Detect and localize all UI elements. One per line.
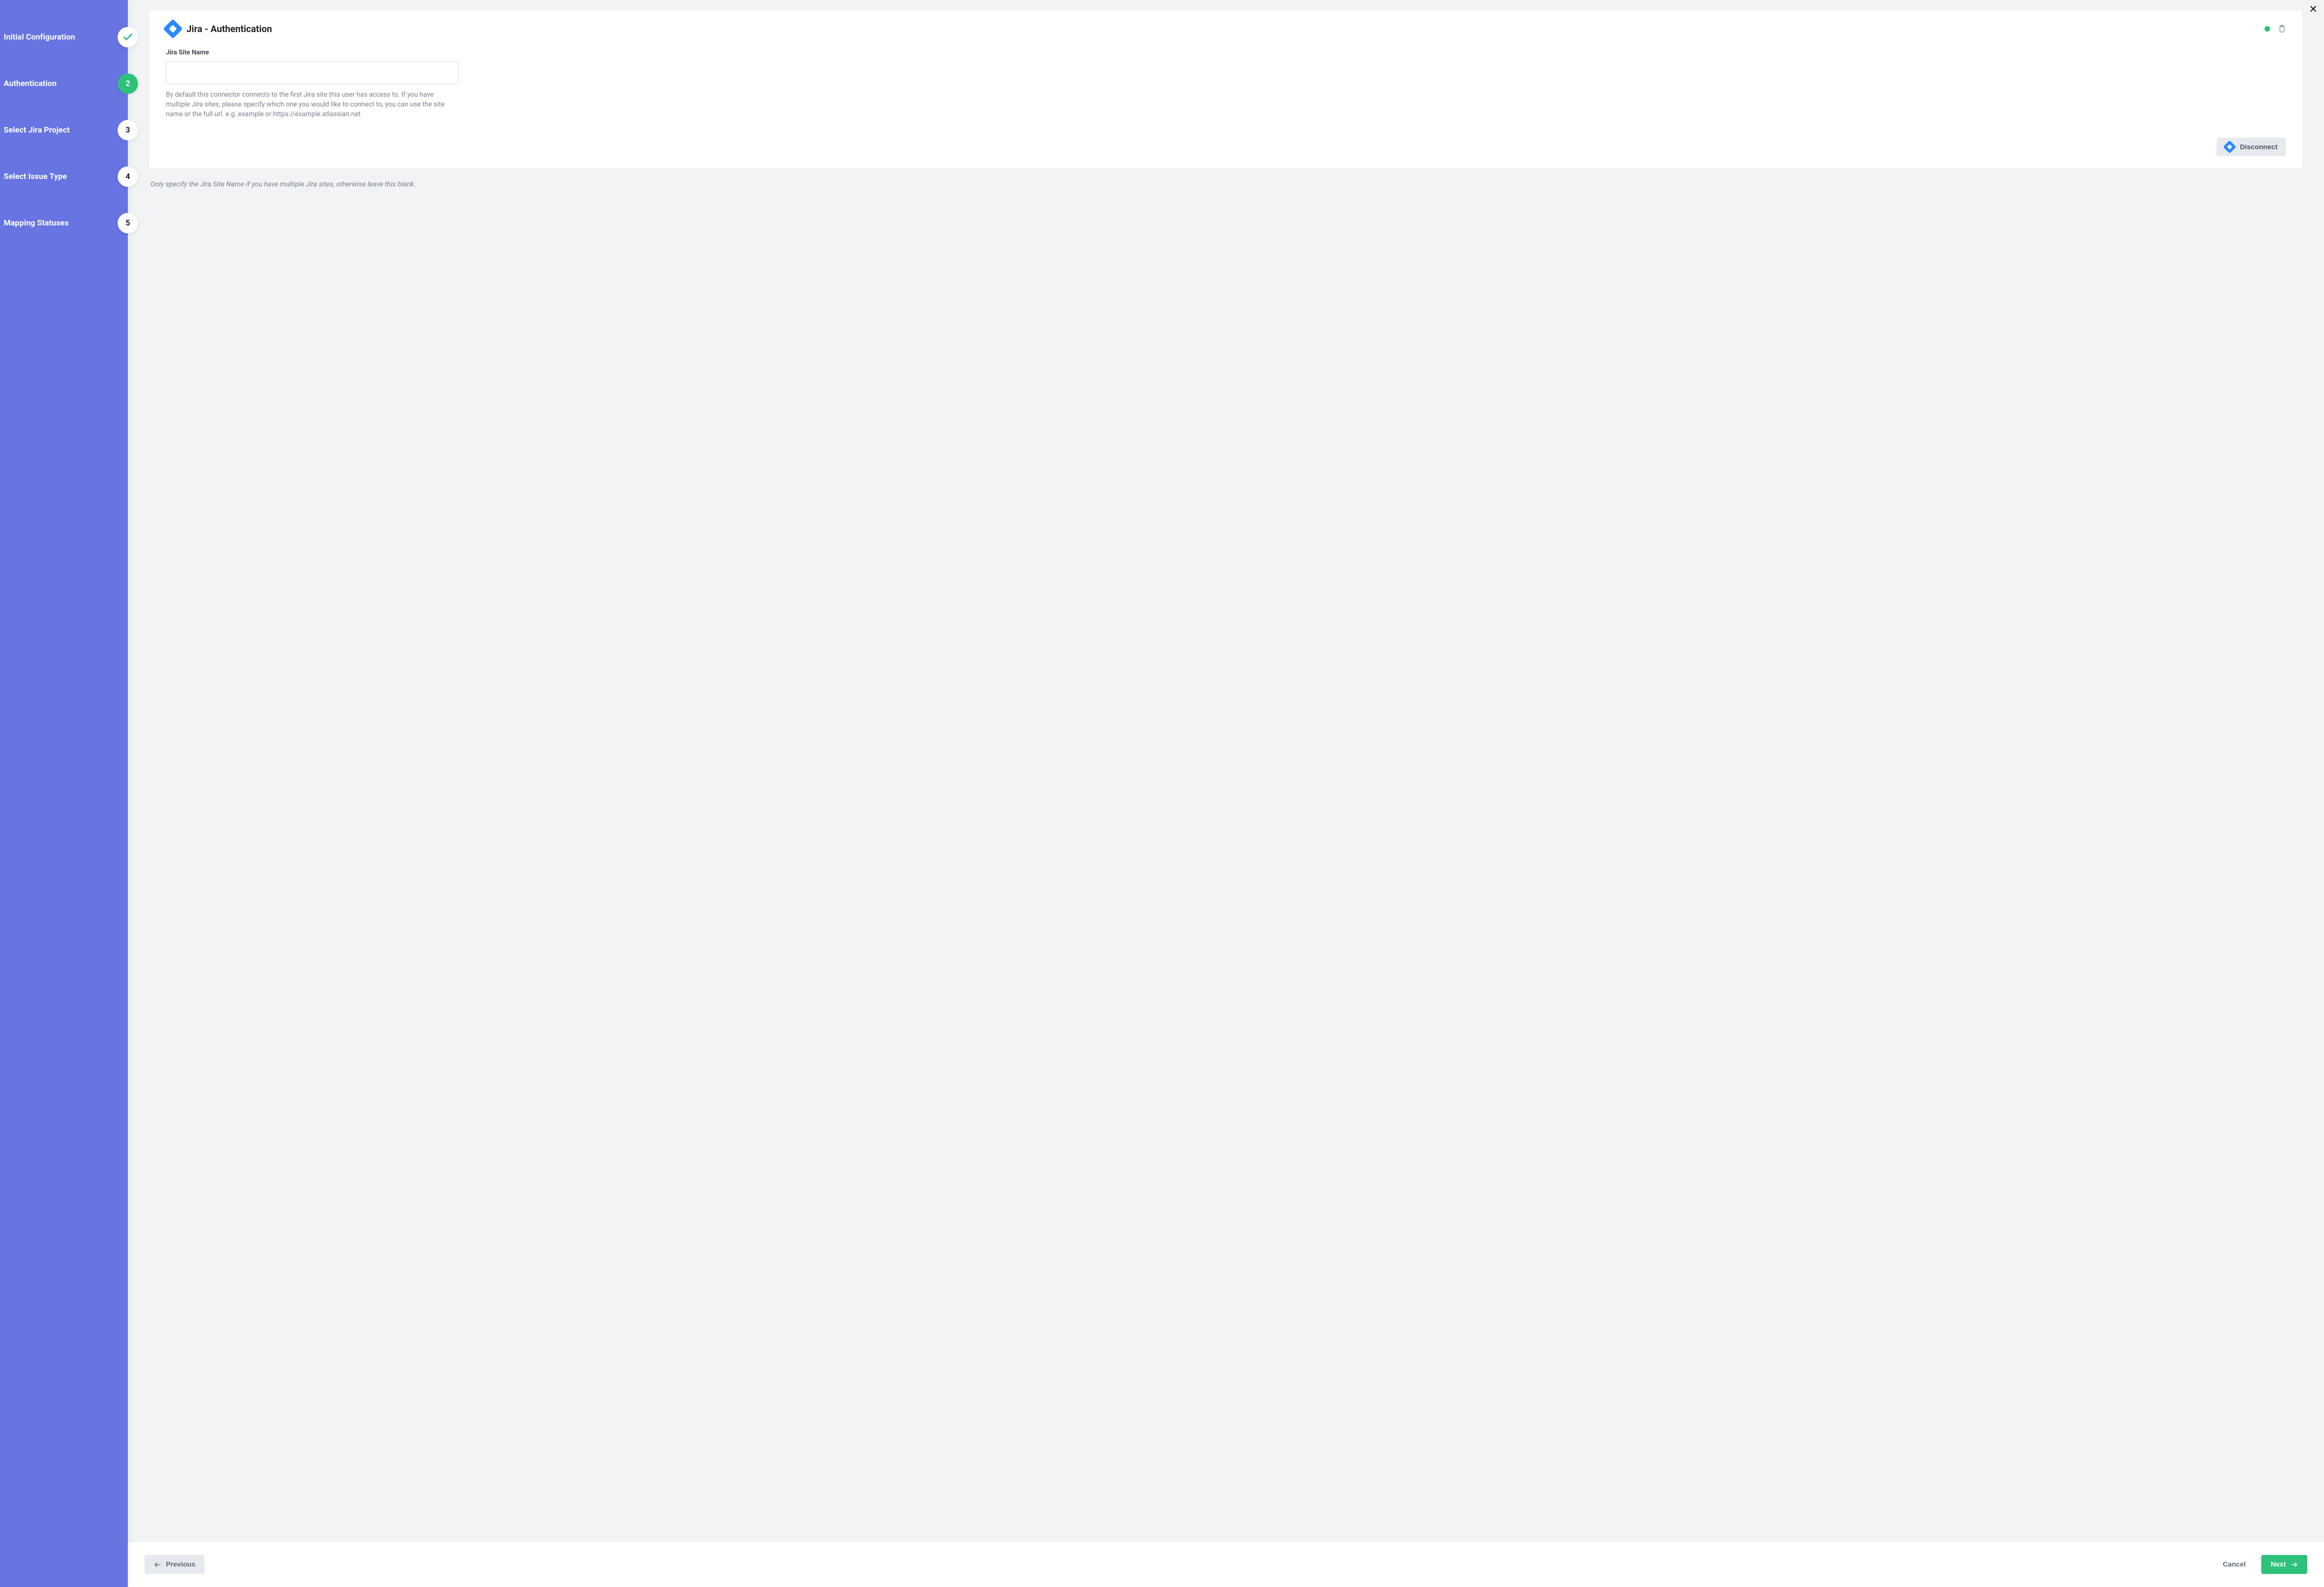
step-label: Authentication: [4, 79, 57, 88]
step-mapping-statuses[interactable]: Mapping Statuses 5: [0, 200, 128, 246]
jira-site-name-input[interactable]: [166, 61, 459, 84]
disconnect-row: Disconnect: [166, 138, 2286, 156]
step-label: Select Issue Type: [4, 172, 67, 181]
cancel-button[interactable]: Cancel: [2213, 1555, 2255, 1574]
close-icon[interactable]: ✕: [2309, 5, 2317, 15]
wizard-sidebar: Initial Configuration Authentication 2 S…: [0, 0, 128, 1587]
card-header: Jira - Authentication: [166, 22, 2286, 36]
step-select-issue-type[interactable]: Select Issue Type 4: [0, 153, 128, 200]
step-badge: 5: [118, 213, 138, 233]
form-block: Jira Site Name By default this connector…: [166, 49, 459, 119]
step-label: Initial Configuration: [4, 33, 75, 42]
jira-site-name-label: Jira Site Name: [166, 49, 459, 56]
jira-site-name-help: By default this connector connects to th…: [166, 90, 459, 119]
wizard-footer: Previous Cancel Next: [128, 1541, 2324, 1587]
status-dot-connected-icon: [2265, 26, 2270, 32]
step-select-jira-project[interactable]: Select Jira Project 3: [0, 107, 128, 153]
disconnect-label: Disconnect: [2240, 143, 2278, 151]
step-label: Mapping Statuses: [4, 218, 69, 228]
card-header-right: [2265, 24, 2286, 33]
previous-label: Previous: [166, 1561, 195, 1568]
card-title: Jira - Authentication: [186, 23, 272, 34]
step-authentication[interactable]: Authentication 2: [0, 60, 128, 107]
step-badge-current: 2: [118, 73, 138, 94]
step-badge: 4: [118, 166, 138, 187]
footer-right: Cancel Next: [2213, 1555, 2307, 1574]
clipboard-icon[interactable]: [2278, 24, 2286, 33]
main-scroll: Jira - Authentication Jira Site Name By …: [128, 0, 2324, 1541]
previous-button[interactable]: Previous: [145, 1555, 205, 1574]
step-initial-configuration[interactable]: Initial Configuration: [0, 14, 128, 60]
step-label: Select Jira Project: [4, 126, 70, 135]
next-button[interactable]: Next: [2261, 1555, 2307, 1574]
app-root: Initial Configuration Authentication 2 S…: [0, 0, 2324, 1587]
content-wrap: ✕ Jira - Authentication: [128, 0, 2324, 1587]
next-label: Next: [2271, 1561, 2286, 1568]
step-badge: 3: [118, 120, 138, 140]
jira-icon: [2223, 140, 2236, 153]
card-title-wrap: Jira - Authentication: [166, 22, 272, 36]
site-name-note: Only specify the Jira Site Name if you h…: [151, 180, 2303, 188]
check-icon: [122, 32, 133, 43]
disconnect-button[interactable]: Disconnect: [2217, 138, 2286, 156]
auth-card: Jira - Authentication Jira Site Name By …: [149, 9, 2303, 169]
step-badge-done: [118, 27, 138, 47]
arrow-left-icon: [154, 1561, 161, 1568]
arrow-right-icon: [2291, 1561, 2298, 1568]
cancel-label: Cancel: [2223, 1561, 2245, 1568]
jira-icon: [163, 19, 183, 39]
